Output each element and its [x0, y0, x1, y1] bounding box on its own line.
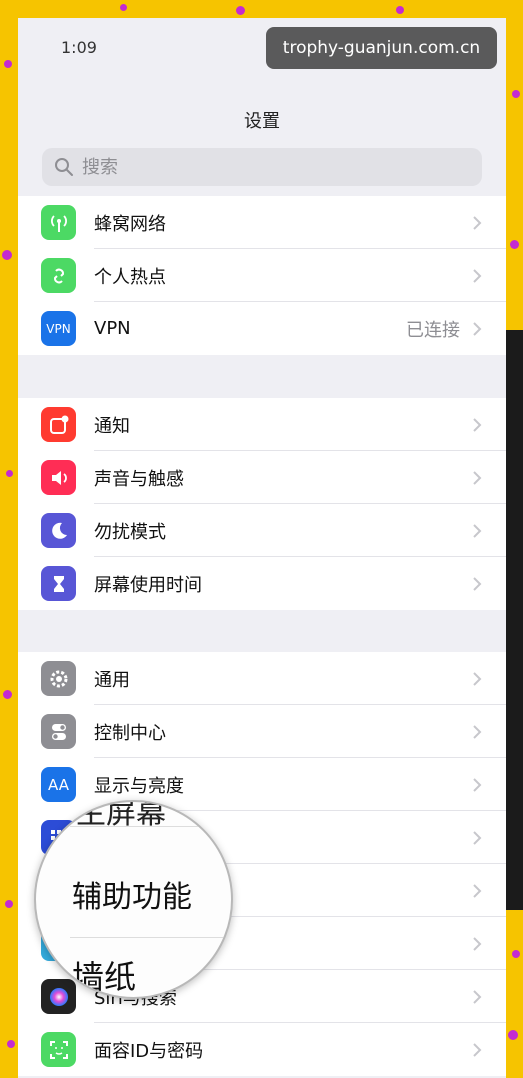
- vpn-icon: VPN: [41, 311, 76, 346]
- settings-row-label: 勿扰模式: [94, 521, 166, 543]
- chevron-right-icon: [473, 322, 482, 336]
- chevron-right-icon: [473, 725, 482, 739]
- search-bar[interactable]: [42, 148, 482, 186]
- chevron-right-icon: [473, 937, 482, 951]
- magnified-accessibility-label: 辅助功能: [72, 880, 192, 915]
- face-id-icon: [41, 1032, 76, 1067]
- settings-row-cellular[interactable]: 蜂窝网络: [18, 196, 506, 249]
- settings-group-notifications: 通知 声音与触感 勿扰模式 屏幕使用时间: [18, 398, 506, 610]
- watermark: trophy-guanjun.com.cn: [266, 27, 497, 69]
- text-size-icon-text: AA: [48, 775, 69, 794]
- settings-row-vpn[interactable]: VPN VPN 已连接: [18, 302, 506, 355]
- toggle-switches-icon: [41, 714, 76, 749]
- siri-icon: [41, 979, 76, 1014]
- chevron-right-icon: [473, 471, 482, 485]
- settings-row-notifications[interactable]: 通知: [18, 398, 506, 451]
- chevron-right-icon: [473, 831, 482, 845]
- magnified-home-screen-label: 主屏幕: [76, 800, 166, 831]
- search-icon: [55, 158, 73, 176]
- settings-row-label: 显示与亮度: [94, 775, 184, 797]
- chevron-right-icon: [473, 418, 482, 432]
- settings-row-label: 声音与触感: [94, 468, 184, 490]
- notification-icon: [41, 407, 76, 442]
- chevron-right-icon: [473, 216, 482, 230]
- speaker-icon: [41, 460, 76, 495]
- chevron-right-icon: [473, 778, 482, 792]
- settings-row-label: 面容ID与密码: [94, 1040, 204, 1062]
- settings-row-general[interactable]: 通用: [18, 652, 506, 705]
- page-title: 设置: [244, 111, 280, 132]
- settings-row-label: 控制中心: [94, 722, 166, 744]
- vpn-icon-text: VPN: [46, 321, 71, 336]
- chevron-right-icon: [473, 269, 482, 283]
- hourglass-icon: [41, 566, 76, 601]
- settings-group-network: 蜂窝网络 个人热点 VPN VPN 已连接: [18, 196, 506, 355]
- gear-icon: [41, 661, 76, 696]
- settings-row-face-id[interactable]: 面容ID与密码: [18, 1023, 506, 1076]
- settings-row-label: 通用: [94, 669, 130, 691]
- settings-row-label: VPN: [94, 318, 131, 339]
- status-time: 1:09: [61, 38, 97, 57]
- chevron-right-icon: [473, 524, 482, 538]
- chevron-right-icon: [473, 577, 482, 591]
- settings-row-control-center[interactable]: 控制中心: [18, 705, 506, 758]
- settings-row-sounds[interactable]: 声音与触感: [18, 451, 506, 504]
- chevron-right-icon: [473, 990, 482, 1004]
- vpn-status-value: 已连接: [406, 319, 460, 341]
- chevron-right-icon: [473, 1043, 482, 1057]
- chevron-right-icon: [473, 672, 482, 686]
- magnifier-lens: 主屏幕 辅助功能 墙纸: [34, 800, 233, 999]
- magnified-wallpaper-label: 墙纸: [72, 958, 137, 996]
- settings-screen: 1:09 设置 蜂窝网络 个人热点 VPN VPN: [18, 18, 506, 1078]
- chevron-right-icon: [473, 884, 482, 898]
- background-object: [506, 330, 523, 910]
- antenna-icon: [41, 205, 76, 240]
- settings-row-screen-time[interactable]: 屏幕使用时间: [18, 557, 506, 610]
- settings-row-label: 通知: [94, 415, 130, 437]
- hotspot-chain-icon: [41, 258, 76, 293]
- settings-row-do-not-disturb[interactable]: 勿扰模式: [18, 504, 506, 557]
- text-size-icon: AA: [41, 767, 76, 802]
- settings-row-label: 屏幕使用时间: [94, 574, 202, 596]
- search-input[interactable]: [80, 155, 464, 179]
- moon-icon: [41, 513, 76, 548]
- settings-row-label: 个人热点: [94, 266, 166, 288]
- settings-row-label: 蜂窝网络: [94, 213, 166, 235]
- settings-row-hotspot[interactable]: 个人热点: [18, 249, 506, 302]
